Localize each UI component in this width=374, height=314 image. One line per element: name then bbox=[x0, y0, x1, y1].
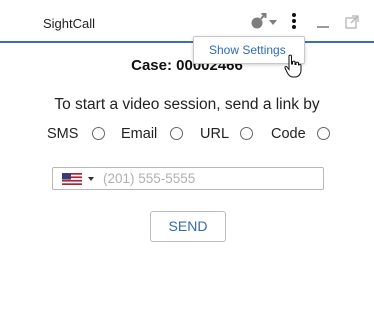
phone-field bbox=[52, 167, 324, 190]
status-dropdown[interactable] bbox=[249, 11, 279, 31]
chevron-down-icon bbox=[269, 20, 277, 25]
case-number: Case: 00002466 bbox=[131, 57, 243, 74]
option-url-label: URL bbox=[200, 126, 230, 142]
app-title: SightCall bbox=[43, 16, 96, 31]
option-sms-label: SMS bbox=[47, 126, 79, 142]
option-sms-radio[interactable] bbox=[92, 127, 105, 140]
option-url-radio[interactable] bbox=[240, 127, 253, 140]
app-header: SightCall bbox=[0, 0, 374, 43]
send-button[interactable]: SEND bbox=[150, 211, 226, 242]
popout-icon[interactable] bbox=[345, 15, 359, 29]
gender-connected-icon bbox=[251, 13, 277, 29]
option-code-radio[interactable] bbox=[317, 127, 330, 140]
send-link-prompt: To start a video session, send a link by bbox=[54, 96, 320, 113]
option-email-radio[interactable] bbox=[170, 127, 183, 140]
minimize-icon[interactable] bbox=[317, 26, 329, 28]
option-code-label: Code bbox=[271, 126, 306, 142]
hand-cursor-icon bbox=[284, 54, 302, 78]
kebab-menu-icon[interactable] bbox=[288, 11, 300, 33]
phone-input[interactable] bbox=[103, 170, 313, 187]
delivery-options: SMS Email URL Code bbox=[0, 126, 374, 146]
option-email-label: Email bbox=[121, 126, 158, 142]
country-dropdown-icon[interactable] bbox=[88, 177, 94, 181]
us-flag-icon[interactable] bbox=[62, 173, 82, 185]
